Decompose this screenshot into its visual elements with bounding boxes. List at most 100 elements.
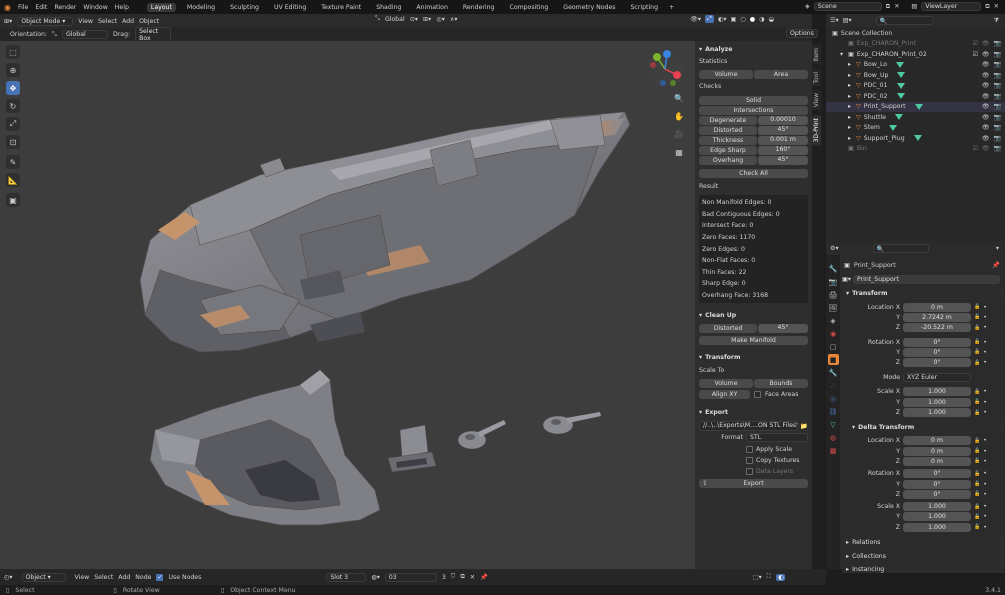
lock-icon[interactable]: 🔓 [974,325,980,331]
result-item[interactable]: Zero Edges: 0 [702,243,805,255]
visibility-icon[interactable]: 👁▾ [690,15,701,23]
value-field[interactable]: 1.000 [903,522,971,532]
expand-icon[interactable]: ▸ [848,114,853,121]
transform-orientation-dropdown[interactable]: Global [385,16,405,23]
outliner-row[interactable]: ▸ ▽ PDC_02 👁 📷 [826,91,1005,102]
support-plug-mesh[interactable] [387,424,437,473]
scene-copy-icon[interactable]: ⧉ [886,3,890,11]
keyframe-dot-icon[interactable]: • [983,359,987,366]
visibility-eye-icon[interactable]: 👁 [982,51,990,58]
intersections-button[interactable]: Intersections [699,106,808,115]
scene-close-icon[interactable]: ✕ [894,3,899,10]
visibility-eye-icon[interactable]: 👁 [982,61,990,68]
value-field[interactable]: 0 m [903,302,971,312]
result-item[interactable]: Bad Contiguous Edges: 0 [702,209,805,221]
mesh-data-icon[interactable] [896,61,905,68]
mesh-data-icon[interactable] [888,124,897,131]
view-layer-icon[interactable]: 🖼 [828,302,839,313]
scene-properties-icon[interactable]: ◈ [828,315,839,326]
make-manifold-button[interactable]: Make Manifold [699,336,808,345]
material-browse-icon[interactable]: ◍▾ [371,574,380,581]
keyframe-dot-icon[interactable]: • [983,399,987,406]
keyframe-dot-icon[interactable]: • [983,448,987,455]
object-properties-icon[interactable]: ■ [827,354,839,365]
keyframe-dot-icon[interactable]: • [983,458,987,465]
lock-icon[interactable]: 🔓 [974,314,980,320]
properties-search-input[interactable]: 🔍 [872,244,929,253]
outliner-row[interactable]: ▸ ▽ Stem 👁 📷 [826,123,1005,134]
value-field[interactable]: 1.000 [903,387,971,397]
lock-icon[interactable]: 🔓 [974,360,980,366]
add-cube-tool-icon[interactable]: ▣ [6,193,20,207]
overhang-field[interactable]: 45° [758,156,808,165]
unlink-material-icon[interactable]: ✕ [470,574,475,581]
outliner-row[interactable]: ▣ Exp_CHARON_Print ☑ 👁 📷 [826,39,1005,50]
measure-tool-icon[interactable]: 📐 [6,173,20,187]
menu-help[interactable]: Help [115,4,129,11]
3d-viewport[interactable]: ⬚ ⊕ ✥ ↻ ⤢ ⊡ ✎ 📐 ▣ 🔍 ✋ 🎥 ▦ [0,41,695,569]
texture-properties-icon[interactable]: ▩ [828,445,839,456]
render-camera-icon[interactable]: 📷 [994,124,1001,131]
outliner-row[interactable]: ▾ ▣ Exp_CHARON_Print_02 ☑ 👁 📷 [826,49,1005,60]
annotate-tool-icon[interactable]: ✎ [6,155,20,169]
degenerate-button[interactable]: Degenerate [699,116,757,125]
solid-button[interactable]: Solid [699,96,808,105]
result-item[interactable]: Non Manifold Edges: 0 [702,197,805,209]
scale-bounds-button[interactable]: Bounds [754,379,808,388]
render-camera-icon[interactable]: 📷 [994,72,1001,79]
render-camera-icon[interactable]: 📷 [994,82,1001,89]
thickness-button[interactable]: Thickness [699,136,757,145]
check-all-button[interactable]: Check All [699,169,808,178]
xray-icon[interactable]: ▣ [730,16,736,23]
value-field[interactable]: 0° [903,358,971,368]
snap-toggle-icon[interactable]: ⛶ [767,573,771,581]
material-name-field[interactable]: 03 [384,572,437,582]
select-box-tool-icon[interactable]: ⬚ [6,45,20,59]
visibility-eye-icon[interactable]: 👁 [982,72,990,79]
modifier-properties-icon[interactable]: 🔧 [828,367,839,378]
use-nodes-checkbox[interactable]: ✓ [156,573,164,581]
render-camera-icon[interactable]: 📷 [994,61,1001,68]
move-tool-icon[interactable]: ✥ [6,81,20,95]
visibility-eye-icon[interactable]: 👁 [982,82,990,89]
render-camera-icon[interactable]: 📷 [994,93,1001,100]
tab-texture-paint[interactable]: Texture Paint [317,3,365,12]
pivot-icon[interactable]: ⊙▾ [410,16,418,23]
value-field[interactable]: 1.000 [903,512,971,522]
result-item[interactable]: Zero Faces: 1170 [702,232,805,244]
value-field[interactable]: 0° [903,479,971,489]
keyframe-dot-icon[interactable]: • [983,524,987,531]
shading-rendered-icon[interactable]: ◒ [769,16,774,23]
copy-material-icon[interactable]: ⧉ [460,573,464,581]
render-camera-icon[interactable]: 📷 [994,40,1001,47]
value-field[interactable]: 0° [903,347,971,357]
menu-view[interactable]: View [78,18,93,25]
copy-textures-checkbox[interactable] [746,457,753,464]
cleanup-header[interactable]: ▾ Clean Up [699,309,808,321]
tab-item[interactable]: Item [812,45,821,65]
gizmo-toggle-icon[interactable]: ⤢ [704,15,714,23]
mesh-data-icon[interactable] [897,72,906,79]
falloff-icon[interactable]: ∧▾ [450,16,458,23]
value-field[interactable]: 1.000 [903,397,971,407]
scene-selector[interactable]: Scene [813,2,882,11]
filter-icon[interactable]: ⧩ [993,17,999,25]
cursor-tool-icon[interactable]: ⊕ [6,63,20,77]
scale-volume-button[interactable]: Volume [699,379,753,388]
keyframe-dot-icon[interactable]: • [983,314,987,321]
thickness-field[interactable]: 0.001 m [758,136,808,145]
properties-options-icon[interactable]: ▾ [996,245,999,252]
result-item[interactable]: Non-Flat Faces: 0 [702,255,805,267]
tab-animation[interactable]: Animation [412,3,452,12]
collapse-icon[interactable]: ▾ [840,51,845,58]
area-button[interactable]: Area [754,70,808,79]
overlay-icon[interactable]: ◐▾ [718,16,727,23]
lock-icon[interactable]: 🔓 [974,349,980,355]
result-item[interactable]: Overhang Face: 3168 [702,290,805,302]
blender-logo-icon[interactable]: ◉ [4,3,11,12]
exclude-checkbox-icon[interactable]: ☑ [973,51,978,58]
distorted-cleanup-button[interactable]: Distorted [699,324,757,333]
outliner-row[interactable]: ▸ ▽ PDC_01 👁 📷 [826,81,1005,92]
keyframe-dot-icon[interactable]: • [983,409,987,416]
rotation-mode-dropdown[interactable]: XYZ Euler [903,372,971,382]
